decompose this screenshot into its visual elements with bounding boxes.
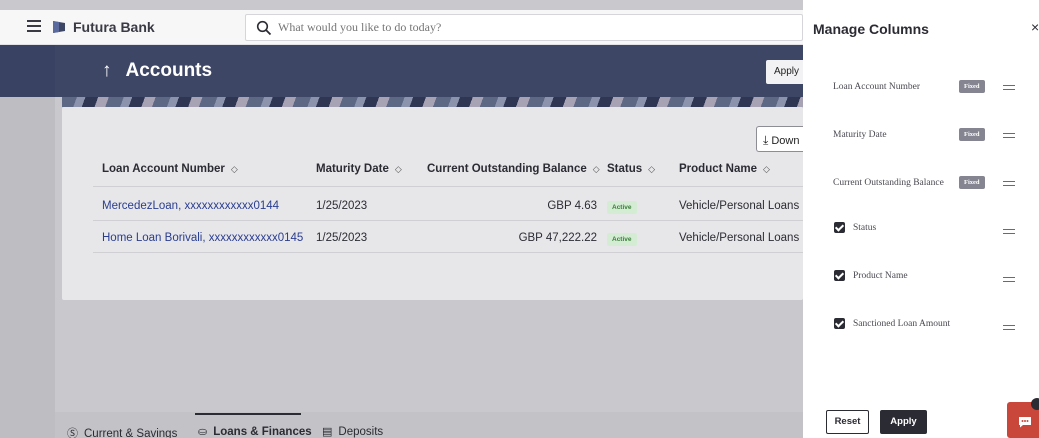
header-label: Current Outstanding Balance [427,163,587,175]
search-icon [256,20,272,36]
tab-current-savings[interactable]: Ⓢ Current & Savings [67,425,177,438]
tab-label: Deposits [338,426,384,438]
header-label: Status [607,163,643,175]
download-icon: ⤓ [763,133,769,147]
apply-button-partial[interactable]: Apply [766,60,803,84]
top-bar: Futura Bank [0,10,803,45]
chat-icon [1019,417,1031,428]
column-header-balance[interactable]: Current Outstanding Balance ◇ [427,163,600,175]
column-option-maturity-date: Maturity Date [833,130,887,140]
tab-loans-finances[interactable]: ⛀ Loans & Finances [198,425,312,438]
drag-handle-icon[interactable] [1003,277,1015,285]
search-box[interactable] [245,14,803,41]
brand-name[interactable]: Futura Bank [73,19,155,35]
sort-icon[interactable]: ◇ [395,164,402,175]
sort-icon[interactable]: ◇ [648,164,655,175]
fixed-badge: Fixed [959,176,985,189]
fixed-badge: Fixed [959,80,985,93]
column-option-status: Status [853,223,877,233]
outstanding-balance: GBP 47,222.22 [518,232,597,244]
download-label: Down [771,135,800,147]
row-divider [93,252,803,253]
column-header-status[interactable]: Status ◇ [607,163,655,175]
deposit-icon: ▤ [322,426,333,438]
hamburger-menu-icon[interactable] [27,20,41,32]
tab-deposits[interactable]: ▤ Deposits [322,425,383,438]
maturity-date: 1/25/2023 [316,200,368,212]
notification-dot [1031,398,1039,410]
maturity-date: 1/25/2023 [316,232,368,244]
product-name: Vehicle/Personal Loans [679,200,800,212]
product-name: Vehicle/Personal Loans [679,232,800,244]
back-arrow-icon[interactable]: ↑ [102,60,112,81]
column-header-maturity[interactable]: Maturity Date ◇ [316,163,402,175]
chat-button[interactable] [1007,398,1039,438]
left-rail [0,45,55,438]
loan-account-link[interactable]: MercedezLoan, xxxxxxxxxxxx0144 [102,200,279,212]
decorative-banner [62,97,803,107]
status-checkbox[interactable] [834,222,845,233]
header-label: Maturity Date [316,163,389,175]
tab-label: Loans & Finances [213,426,312,438]
active-tab-indicator [195,413,301,415]
search-input[interactable] [278,15,678,40]
header-label: Product Name [679,163,757,175]
fixed-badge: Fixed [959,128,985,141]
header-divider [93,186,803,187]
drag-handle-icon[interactable] [1003,325,1015,333]
panel-top-edge [803,0,1039,10]
sort-icon[interactable]: ◇ [593,164,600,175]
outstanding-balance: GBP 4.63 [547,200,597,212]
drag-handle-icon[interactable] [1003,133,1015,141]
drag-handle-icon[interactable] [1003,229,1015,237]
column-option-sanctioned-amount: Sanctioned Loan Amount [853,319,951,329]
status-badge: Active [607,233,637,246]
download-button[interactable]: ⤓ Down [756,126,803,152]
loan-icon: ⛀ [198,426,208,438]
column-header-loan-account[interactable]: Loan Account Number ◇ [102,163,238,175]
tab-label: Current & Savings [84,428,178,438]
page-title-text: Accounts [125,60,213,81]
sort-icon[interactable]: ◇ [231,164,238,175]
manage-columns-panel: Manage Columns × Loan Account Number Fix… [803,10,1039,438]
reset-button[interactable]: Reset [826,410,869,434]
drag-handle-icon[interactable] [1003,85,1015,93]
bank-logo-icon [53,21,65,33]
column-option-loan-account: Loan Account Number [833,82,921,92]
drag-handle-icon[interactable] [1003,181,1015,189]
column-header-product[interactable]: Product Name ◇ [679,163,770,175]
product-name-checkbox[interactable] [834,270,845,281]
column-option-product-name: Product Name [853,271,908,281]
status-badge: Active [607,201,637,214]
left-rail-header [0,45,55,97]
row-divider [93,220,803,221]
dollar-circle-icon: Ⓢ [67,428,78,438]
column-option-outstanding-balance: Current Outstanding Balance [833,178,944,188]
loan-account-link[interactable]: Home Loan Borivali, xxxxxxxxxxxx0145 [102,232,303,244]
panel-title: Manage Columns [813,21,929,37]
header-label: Loan Account Number [102,163,225,175]
sort-icon[interactable]: ◇ [763,164,770,175]
close-icon[interactable]: × [1031,19,1039,35]
page-title: ↑ Accounts [102,60,212,82]
sanctioned-amount-checkbox[interactable] [834,318,845,329]
apply-button[interactable]: Apply [880,410,927,434]
